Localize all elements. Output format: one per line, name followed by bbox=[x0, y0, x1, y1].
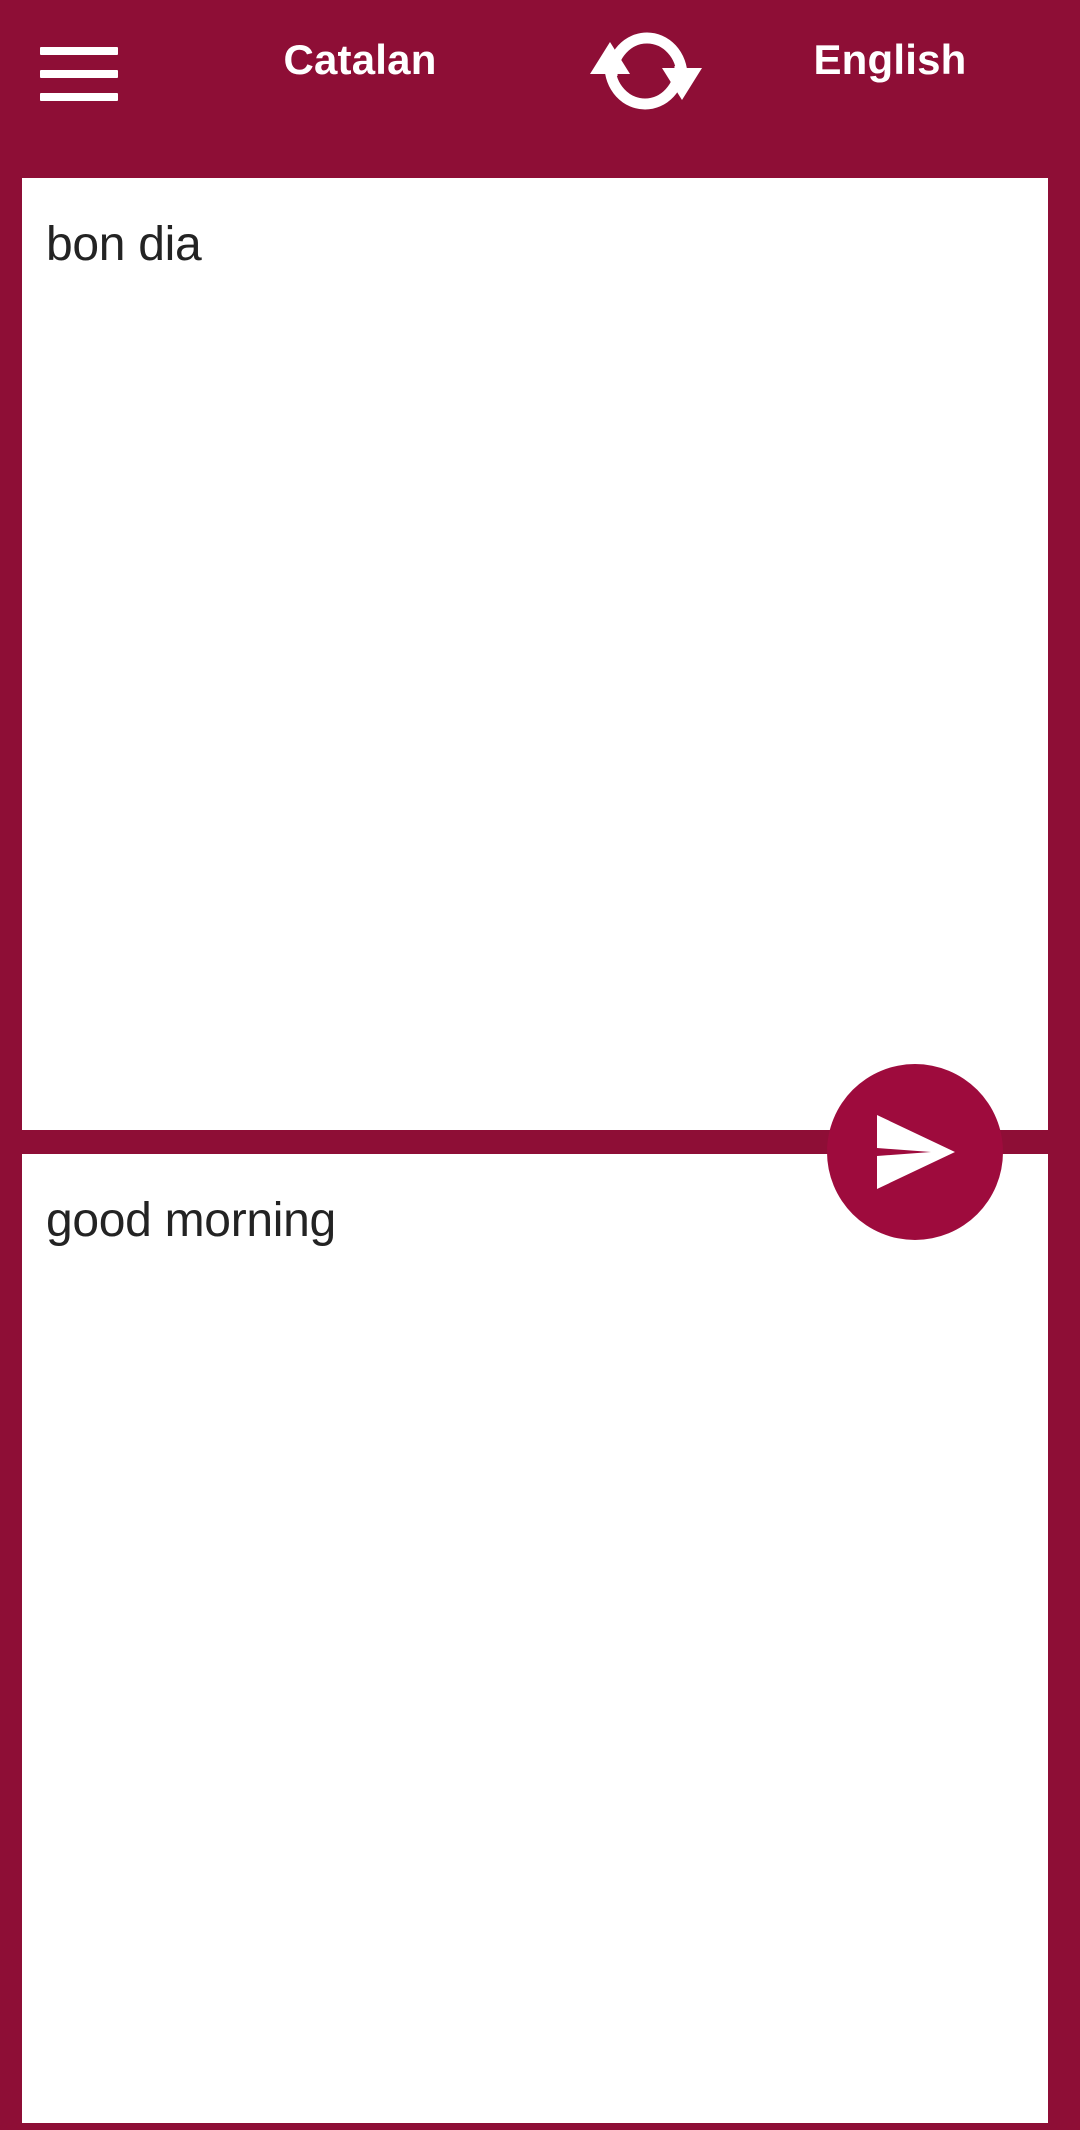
source-text-panel: bon dia bbox=[22, 178, 1048, 1276]
menu-line bbox=[40, 70, 118, 78]
target-text-panel: good morning bbox=[22, 1154, 1048, 2123]
swap-languages-icon[interactable] bbox=[590, 18, 702, 122]
hamburger-menu-icon[interactable] bbox=[34, 42, 124, 106]
send-icon bbox=[869, 1109, 961, 1195]
translator-app: Catalan English bon dia good morning bbox=[0, 0, 1080, 2130]
menu-line bbox=[40, 93, 118, 101]
source-text-input[interactable]: bon dia bbox=[22, 178, 1048, 274]
source-language-selector[interactable]: Catalan bbox=[240, 0, 480, 120]
app-header: Catalan English bbox=[0, 0, 1080, 178]
target-language-selector[interactable]: English bbox=[770, 0, 1010, 120]
menu-line bbox=[40, 47, 118, 55]
send-translate-button[interactable] bbox=[827, 1064, 1003, 1240]
